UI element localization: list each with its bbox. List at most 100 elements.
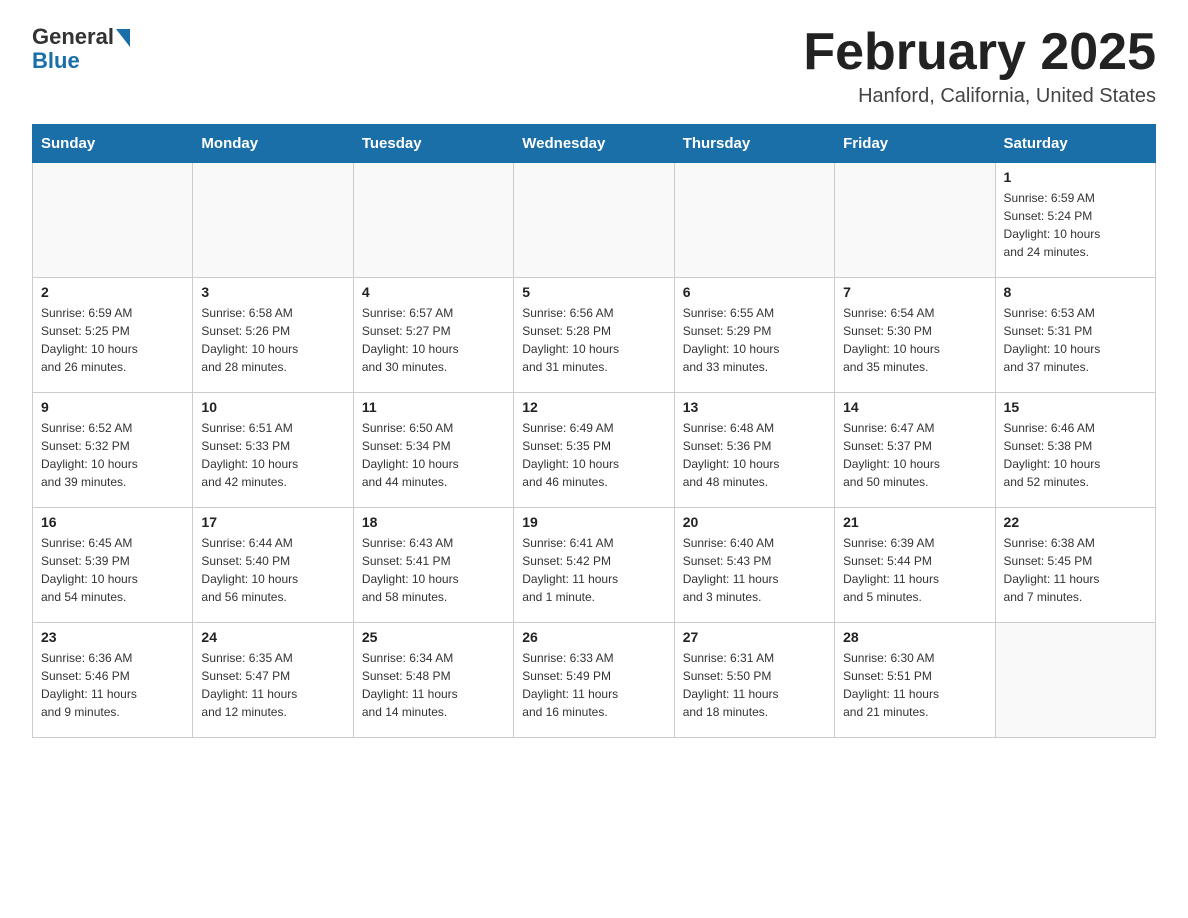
day-number: 9 bbox=[41, 399, 184, 415]
day-number: 23 bbox=[41, 629, 184, 645]
day-number: 11 bbox=[362, 399, 505, 415]
page-header: General Blue February 2025 Hanford, Cali… bbox=[32, 24, 1156, 108]
day-number: 17 bbox=[201, 514, 344, 530]
calendar-cell: 2 Sunrise: 6:59 AM Sunset: 5:25 PM Daylig… bbox=[33, 278, 193, 393]
calendar-cell: 4 Sunrise: 6:57 AM Sunset: 5:27 PM Daylig… bbox=[353, 278, 513, 393]
day-info: Sunrise: 6:57 AM Sunset: 5:27 PM Dayligh… bbox=[362, 304, 505, 376]
calendar-cell bbox=[193, 163, 353, 278]
day-number: 24 bbox=[201, 629, 344, 645]
day-info: Sunrise: 6:49 AM Sunset: 5:35 PM Dayligh… bbox=[522, 419, 665, 491]
day-number: 15 bbox=[1004, 399, 1147, 415]
day-number: 14 bbox=[843, 399, 986, 415]
day-info: Sunrise: 6:51 AM Sunset: 5:33 PM Dayligh… bbox=[201, 419, 344, 491]
day-info: Sunrise: 6:54 AM Sunset: 5:30 PM Dayligh… bbox=[843, 304, 986, 376]
day-info: Sunrise: 6:36 AM Sunset: 5:46 PM Dayligh… bbox=[41, 649, 184, 721]
day-number: 27 bbox=[683, 629, 826, 645]
column-header-tuesday: Tuesday bbox=[353, 125, 513, 163]
day-info: Sunrise: 6:50 AM Sunset: 5:34 PM Dayligh… bbox=[362, 419, 505, 491]
calendar-cell: 11 Sunrise: 6:50 AM Sunset: 5:34 PM Dayli… bbox=[353, 393, 513, 508]
day-number: 13 bbox=[683, 399, 826, 415]
calendar-cell: 22 Sunrise: 6:38 AM Sunset: 5:45 PM Dayli… bbox=[995, 508, 1155, 623]
day-number: 12 bbox=[522, 399, 665, 415]
logo-general-text: General bbox=[32, 24, 114, 50]
day-number: 20 bbox=[683, 514, 826, 530]
week-row-4: 16 Sunrise: 6:45 AM Sunset: 5:39 PM Dayli… bbox=[33, 508, 1156, 623]
calendar-table: SundayMondayTuesdayWednesdayThursdayFrid… bbox=[32, 124, 1156, 738]
location-subtitle: Hanford, California, United States bbox=[803, 85, 1156, 108]
column-header-wednesday: Wednesday bbox=[514, 125, 674, 163]
week-row-1: 1 Sunrise: 6:59 AM Sunset: 5:24 PM Daylig… bbox=[33, 163, 1156, 278]
day-info: Sunrise: 6:35 AM Sunset: 5:47 PM Dayligh… bbox=[201, 649, 344, 721]
title-section: February 2025 Hanford, California, Unite… bbox=[803, 24, 1156, 108]
calendar-cell: 8Sunrise: 6:53 AM Sunset: 5:31 PM Daylig… bbox=[995, 278, 1155, 393]
day-info: Sunrise: 6:55 AM Sunset: 5:29 PM Dayligh… bbox=[683, 304, 826, 376]
calendar-cell bbox=[353, 163, 513, 278]
calendar-cell bbox=[835, 163, 995, 278]
column-header-thursday: Thursday bbox=[674, 125, 834, 163]
column-header-saturday: Saturday bbox=[995, 125, 1155, 163]
day-info: Sunrise: 6:48 AM Sunset: 5:36 PM Dayligh… bbox=[683, 419, 826, 491]
day-number: 28 bbox=[843, 629, 986, 645]
day-number: 19 bbox=[522, 514, 665, 530]
calendar-cell: 3 Sunrise: 6:58 AM Sunset: 5:26 PM Daylig… bbox=[193, 278, 353, 393]
calendar-cell: 5 Sunrise: 6:56 AM Sunset: 5:28 PM Daylig… bbox=[514, 278, 674, 393]
day-info: Sunrise: 6:30 AM Sunset: 5:51 PM Dayligh… bbox=[843, 649, 986, 721]
calendar-cell bbox=[995, 623, 1155, 738]
calendar-cell: 28 Sunrise: 6:30 AM Sunset: 5:51 PM Dayli… bbox=[835, 623, 995, 738]
day-info: Sunrise: 6:59 AM Sunset: 5:25 PM Dayligh… bbox=[41, 304, 184, 376]
week-row-3: 9 Sunrise: 6:52 AM Sunset: 5:32 PM Daylig… bbox=[33, 393, 1156, 508]
calendar-cell: 26Sunrise: 6:33 AM Sunset: 5:49 PM Dayli… bbox=[514, 623, 674, 738]
day-number: 21 bbox=[843, 514, 986, 530]
column-header-monday: Monday bbox=[193, 125, 353, 163]
calendar-cell: 24 Sunrise: 6:35 AM Sunset: 5:47 PM Dayli… bbox=[193, 623, 353, 738]
day-info: Sunrise: 6:45 AM Sunset: 5:39 PM Dayligh… bbox=[41, 534, 184, 606]
calendar-cell: 12 Sunrise: 6:49 AM Sunset: 5:35 PM Dayli… bbox=[514, 393, 674, 508]
day-info: Sunrise: 6:59 AM Sunset: 5:24 PM Dayligh… bbox=[1004, 189, 1147, 261]
day-number: 18 bbox=[362, 514, 505, 530]
calendar-cell bbox=[33, 163, 193, 278]
calendar-cell: 6 Sunrise: 6:55 AM Sunset: 5:29 PM Daylig… bbox=[674, 278, 834, 393]
day-info: Sunrise: 6:47 AM Sunset: 5:37 PM Dayligh… bbox=[843, 419, 986, 491]
week-row-2: 2 Sunrise: 6:59 AM Sunset: 5:25 PM Daylig… bbox=[33, 278, 1156, 393]
day-info: Sunrise: 6:41 AM Sunset: 5:42 PM Dayligh… bbox=[522, 534, 665, 606]
calendar-cell: 13 Sunrise: 6:48 AM Sunset: 5:36 PM Dayli… bbox=[674, 393, 834, 508]
day-info: Sunrise: 6:38 AM Sunset: 5:45 PM Dayligh… bbox=[1004, 534, 1147, 606]
calendar-cell: 14 Sunrise: 6:47 AM Sunset: 5:37 PM Dayli… bbox=[835, 393, 995, 508]
column-header-friday: Friday bbox=[835, 125, 995, 163]
day-number: 16 bbox=[41, 514, 184, 530]
day-number: 6 bbox=[683, 284, 826, 300]
calendar-cell bbox=[514, 163, 674, 278]
calendar-cell: 18 Sunrise: 6:43 AM Sunset: 5:41 PM Dayli… bbox=[353, 508, 513, 623]
day-number: 8 bbox=[1004, 284, 1147, 300]
calendar-cell: 1 Sunrise: 6:59 AM Sunset: 5:24 PM Daylig… bbox=[995, 163, 1155, 278]
day-number: 5 bbox=[522, 284, 665, 300]
day-info: Sunrise: 6:44 AM Sunset: 5:40 PM Dayligh… bbox=[201, 534, 344, 606]
day-number: 2 bbox=[41, 284, 184, 300]
day-number: 7 bbox=[843, 284, 986, 300]
logo-blue-text: Blue bbox=[32, 48, 80, 74]
day-number: 22 bbox=[1004, 514, 1147, 530]
calendar-header-row: SundayMondayTuesdayWednesdayThursdayFrid… bbox=[33, 125, 1156, 163]
column-header-sunday: Sunday bbox=[33, 125, 193, 163]
day-info: Sunrise: 6:56 AM Sunset: 5:28 PM Dayligh… bbox=[522, 304, 665, 376]
day-info: Sunrise: 6:40 AM Sunset: 5:43 PM Dayligh… bbox=[683, 534, 826, 606]
calendar-cell: 25Sunrise: 6:34 AM Sunset: 5:48 PM Dayli… bbox=[353, 623, 513, 738]
calendar-cell: 20 Sunrise: 6:40 AM Sunset: 5:43 PM Dayli… bbox=[674, 508, 834, 623]
day-number: 3 bbox=[201, 284, 344, 300]
day-info: Sunrise: 6:43 AM Sunset: 5:41 PM Dayligh… bbox=[362, 534, 505, 606]
day-number: 10 bbox=[201, 399, 344, 415]
day-info: Sunrise: 6:34 AM Sunset: 5:48 PM Dayligh… bbox=[362, 649, 505, 721]
calendar-cell: 9 Sunrise: 6:52 AM Sunset: 5:32 PM Daylig… bbox=[33, 393, 193, 508]
day-info: Sunrise: 6:58 AM Sunset: 5:26 PM Dayligh… bbox=[201, 304, 344, 376]
logo: General Blue bbox=[32, 24, 130, 74]
day-number: 1 bbox=[1004, 169, 1147, 185]
calendar-cell: 17 Sunrise: 6:44 AM Sunset: 5:40 PM Dayli… bbox=[193, 508, 353, 623]
calendar-cell: 7 Sunrise: 6:54 AM Sunset: 5:30 PM Daylig… bbox=[835, 278, 995, 393]
day-number: 4 bbox=[362, 284, 505, 300]
day-info: Sunrise: 6:52 AM Sunset: 5:32 PM Dayligh… bbox=[41, 419, 184, 491]
calendar-cell: 16 Sunrise: 6:45 AM Sunset: 5:39 PM Dayli… bbox=[33, 508, 193, 623]
calendar-cell: 27Sunrise: 6:31 AM Sunset: 5:50 PM Dayli… bbox=[674, 623, 834, 738]
day-number: 26 bbox=[522, 629, 665, 645]
day-info: Sunrise: 6:46 AM Sunset: 5:38 PM Dayligh… bbox=[1004, 419, 1147, 491]
calendar-cell: 10 Sunrise: 6:51 AM Sunset: 5:33 PM Dayli… bbox=[193, 393, 353, 508]
